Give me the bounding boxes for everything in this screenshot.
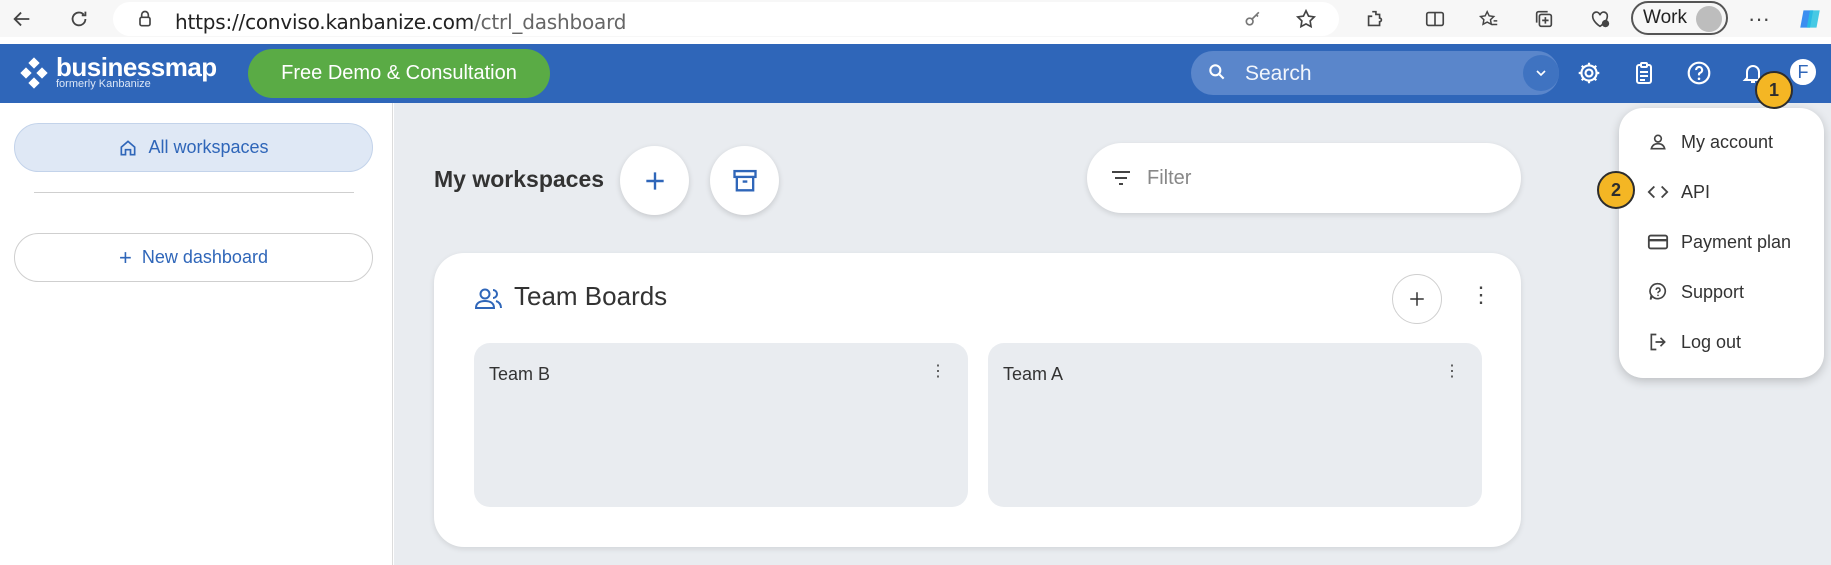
board-name: Team B bbox=[489, 364, 551, 384]
clipboard-icon[interactable] bbox=[1629, 58, 1659, 88]
board-name: Team A bbox=[1003, 364, 1064, 384]
split-screen-icon[interactable] bbox=[1420, 4, 1450, 34]
credit-card-icon bbox=[1647, 233, 1669, 251]
plus-icon bbox=[1410, 292, 1424, 306]
menu-item-payment-plan[interactable]: Payment plan bbox=[1647, 227, 1791, 257]
user-avatar[interactable]: F bbox=[1788, 57, 1818, 87]
board-card[interactable]: Team B ⋮ bbox=[474, 343, 968, 507]
key-icon[interactable] bbox=[1243, 9, 1263, 34]
add-board-button[interactable] bbox=[1392, 274, 1442, 324]
menu-item-label: Support bbox=[1681, 281, 1745, 302]
back-icon[interactable] bbox=[7, 4, 37, 34]
profile-avatar bbox=[1696, 6, 1722, 32]
code-icon bbox=[1647, 183, 1669, 201]
new-dashboard-label: New dashboard bbox=[141, 247, 268, 267]
menu-item-my-account[interactable]: My account bbox=[1647, 127, 1773, 157]
filter-icon bbox=[1109, 166, 1133, 195]
search-placeholder: Search bbox=[1245, 62, 1312, 85]
url-host: https://conviso.kanbanize.com bbox=[175, 10, 475, 34]
star-icon[interactable] bbox=[1295, 8, 1317, 35]
panel-more-icon[interactable]: ⋮ bbox=[1470, 283, 1492, 307]
team-boards-panel: Team Boards ⋮ Team B ⋮ Team A ⋮ bbox=[434, 253, 1521, 547]
archive-button[interactable] bbox=[710, 146, 779, 215]
menu-item-api[interactable]: API bbox=[1647, 177, 1710, 207]
new-dashboard-button[interactable]: + New dashboard bbox=[14, 233, 373, 282]
url-text: https://conviso.kanbanize.com/ctrl_dashb… bbox=[175, 10, 626, 34]
chevron-down-icon[interactable] bbox=[1523, 55, 1559, 91]
menu-item-label: Payment plan bbox=[1681, 231, 1792, 252]
menu-item-label: My account bbox=[1681, 131, 1774, 152]
filter-input[interactable]: Filter bbox=[1087, 143, 1521, 213]
profile-button[interactable]: Work bbox=[1631, 1, 1728, 35]
profile-label: Work bbox=[1643, 7, 1687, 28]
extensions-icon[interactable] bbox=[1360, 4, 1390, 34]
panel-title: Team Boards bbox=[514, 281, 668, 311]
sidebar: All workspaces + New dashboard bbox=[0, 103, 393, 565]
health-icon[interactable] bbox=[1585, 4, 1615, 34]
search-icon bbox=[1207, 62, 1227, 87]
all-workspaces-button[interactable]: All workspaces bbox=[14, 123, 373, 172]
plus-icon bbox=[645, 171, 664, 190]
user-icon bbox=[1647, 132, 1669, 152]
menu-item-label: API bbox=[1681, 181, 1711, 202]
board-more-icon[interactable]: ⋮ bbox=[1444, 361, 1460, 381]
browser-toolbar: https://conviso.kanbanize.com/ctrl_dashb… bbox=[0, 0, 1831, 37]
gear-icon[interactable] bbox=[1574, 58, 1604, 88]
team-icon bbox=[474, 287, 504, 316]
url-path: /ctrl_dashboard bbox=[474, 10, 627, 34]
step-badge-1: 1 bbox=[1755, 71, 1793, 109]
menu-item-label: Log out bbox=[1681, 331, 1742, 352]
more-icon[interactable]: ··· bbox=[1744, 4, 1774, 34]
search-input[interactable]: Search bbox=[1191, 51, 1559, 95]
logo-icon bbox=[20, 56, 48, 89]
home-icon bbox=[118, 138, 138, 158]
board-card[interactable]: Team A ⋮ bbox=[988, 343, 1482, 507]
logo[interactable]: businessmap formerly Kanbanize bbox=[18, 52, 217, 90]
page-title: My workspaces bbox=[434, 166, 605, 192]
app-header: businessmap formerly Kanbanize Free Demo… bbox=[0, 44, 1831, 103]
logout-icon bbox=[1647, 332, 1669, 352]
copilot-icon[interactable] bbox=[1795, 4, 1825, 34]
board-more-icon[interactable]: ⋮ bbox=[930, 361, 946, 381]
all-workspaces-label: All workspaces bbox=[148, 137, 269, 157]
help-icon bbox=[1647, 282, 1669, 302]
archive-icon bbox=[732, 169, 757, 191]
divider bbox=[34, 192, 354, 193]
plus-icon: + bbox=[119, 244, 132, 270]
collections-icon[interactable] bbox=[1529, 4, 1559, 34]
reload-icon[interactable] bbox=[64, 4, 94, 34]
add-workspace-button[interactable] bbox=[620, 146, 689, 215]
step-badge-2: 2 bbox=[1597, 171, 1635, 209]
help-icon[interactable] bbox=[1684, 58, 1714, 88]
menu-item-support[interactable]: Support bbox=[1647, 277, 1744, 307]
favorites-icon[interactable] bbox=[1474, 4, 1504, 34]
account-menu: My account API Payment plan Support Log … bbox=[1619, 108, 1824, 378]
free-demo-button[interactable]: Free Demo & Consultation bbox=[248, 49, 550, 98]
address-bar[interactable]: https://conviso.kanbanize.com/ctrl_dashb… bbox=[113, 2, 1339, 36]
filter-placeholder: Filter bbox=[1147, 167, 1192, 189]
menu-item-log-out[interactable]: Log out bbox=[1647, 327, 1741, 357]
lock-icon[interactable] bbox=[135, 9, 155, 34]
logo-name: businessmap bbox=[56, 52, 217, 82]
